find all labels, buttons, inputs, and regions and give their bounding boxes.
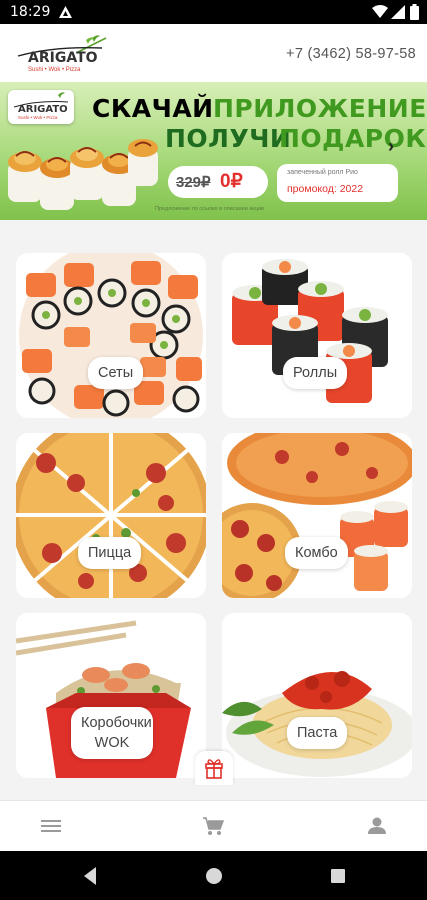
signal-icon bbox=[391, 5, 405, 19]
logo-tagline: Sushi • Wok • Pizza bbox=[28, 67, 81, 73]
promo-pill: запеченный ролл Рио промокод: 2022 bbox=[277, 164, 398, 202]
banner-headline-1b: ПРИЛОЖЕНИЕ bbox=[213, 94, 427, 123]
bottom-navigation bbox=[0, 800, 427, 851]
banner-logo-brand: ARIGATO bbox=[18, 104, 68, 115]
banner-logo: ARIGATO Sushi • Wok • Pizza bbox=[8, 90, 74, 124]
notification-icon bbox=[59, 6, 72, 18]
category-label-sets: Сеты bbox=[88, 357, 144, 389]
arigato-logo[interactable]: ARIGATO Sushi • Wok • Pizza bbox=[14, 34, 108, 74]
category-label-pasta: Паста bbox=[287, 717, 348, 749]
new-price: 0₽ bbox=[220, 171, 243, 192]
promo-banner[interactable]: ARIGATO Sushi • Wok • Pizza СКАЧАЙ ПРИЛО… bbox=[0, 82, 427, 220]
banner-headline-1a: СКАЧАЙ bbox=[92, 94, 214, 123]
back-icon[interactable] bbox=[78, 863, 104, 889]
pizza-image bbox=[16, 433, 206, 598]
category-card-pasta[interactable]: Паста bbox=[222, 613, 412, 778]
chevron-right-icon: › bbox=[388, 136, 394, 156]
cart-icon[interactable] bbox=[198, 811, 228, 841]
status-time: 18:29 bbox=[10, 4, 51, 20]
sets-image bbox=[19, 253, 203, 418]
category-card-wok[interactable]: Коробочки WOK bbox=[16, 613, 206, 778]
category-card-sets[interactable]: Сеты bbox=[16, 253, 206, 418]
system-navigation-bar bbox=[0, 851, 427, 900]
category-label-combo: Комбо bbox=[285, 537, 348, 569]
banner-headline-2a: ПОЛУЧИ bbox=[165, 124, 292, 153]
category-label-rolls: Роллы bbox=[283, 357, 348, 389]
promo-code: промокод: 2022 bbox=[287, 183, 364, 195]
category-card-pizza[interactable]: Пицца bbox=[16, 433, 206, 598]
sushi-rolls-image bbox=[8, 139, 158, 210]
banner-logo-tagline: Sushi • Wok • Pizza bbox=[18, 115, 58, 120]
wifi-icon bbox=[372, 5, 388, 18]
logo-brand: ARIGATO bbox=[28, 50, 98, 66]
phone-number[interactable]: +7 (3462) 58-97-58 bbox=[286, 46, 416, 62]
gift-icon bbox=[205, 759, 223, 779]
old-price: 329₽ bbox=[176, 174, 211, 191]
header: ARIGATO Sushi • Wok • Pizza +7 (3462) 58… bbox=[0, 24, 427, 82]
category-card-rolls[interactable]: Роллы bbox=[222, 253, 412, 418]
banner-footnote: Предложение по ссылке в описании акции bbox=[155, 206, 264, 212]
rolls-image bbox=[222, 253, 412, 418]
price-pill: 329₽ 0₽ bbox=[168, 166, 268, 198]
recents-icon[interactable] bbox=[325, 863, 351, 889]
battery-icon bbox=[410, 4, 419, 20]
banner-headline-2b: ПОДАРОК! bbox=[279, 124, 427, 153]
category-card-combo[interactable]: Комбо bbox=[222, 433, 412, 598]
promo-description: запеченный ролл Рио bbox=[287, 169, 358, 176]
category-label-wok: Коробочки WOK bbox=[71, 707, 153, 759]
menu-icon[interactable] bbox=[36, 811, 66, 841]
category-label-pizza: Пицца bbox=[78, 537, 142, 569]
person-icon[interactable] bbox=[362, 811, 392, 841]
home-icon[interactable] bbox=[201, 863, 227, 889]
combo-image bbox=[222, 433, 412, 598]
gift-button[interactable] bbox=[195, 751, 233, 785]
app-screen: ARIGATO Sushi • Wok • Pizza +7 (3462) 58… bbox=[0, 24, 427, 851]
status-bar: 18:29 bbox=[0, 0, 427, 24]
pasta-image bbox=[222, 613, 412, 778]
